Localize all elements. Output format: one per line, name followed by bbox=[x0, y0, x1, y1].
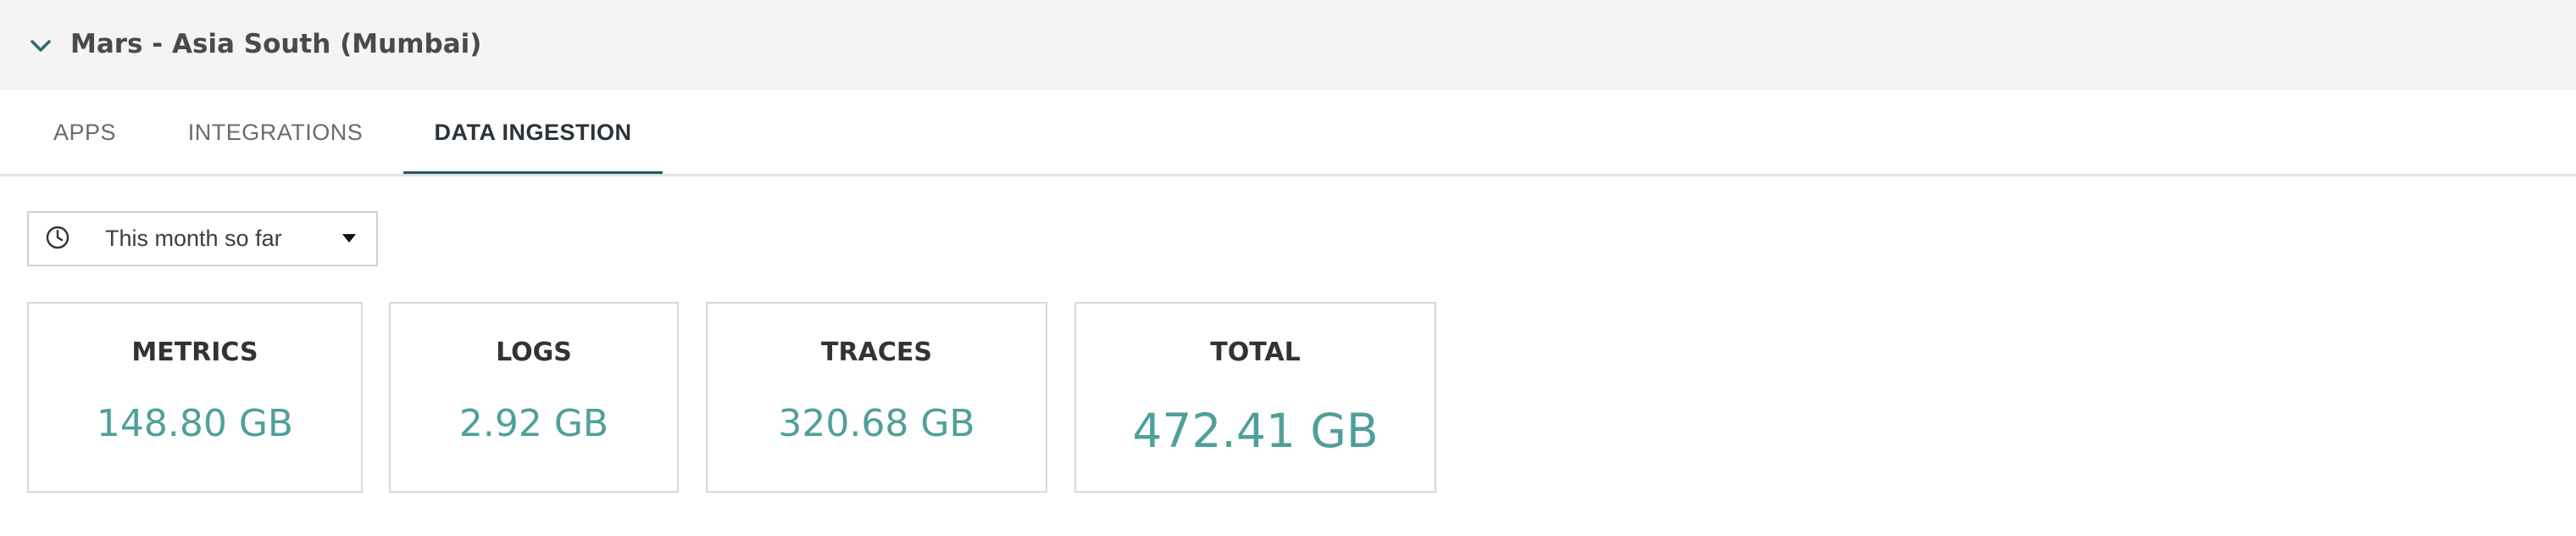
card-value: 320.68 GB bbox=[778, 402, 975, 445]
tab-integrations[interactable]: INTEGRATIONS bbox=[169, 90, 381, 175]
metrics-card: METRICS 148.80 GB bbox=[27, 302, 363, 493]
clock-icon bbox=[44, 224, 71, 251]
card-title: LOGS bbox=[496, 338, 572, 367]
card-value: 148.80 GB bbox=[96, 402, 294, 445]
card-value: 2.92 GB bbox=[458, 402, 609, 445]
tab-apps[interactable]: APPS bbox=[34, 90, 136, 175]
page: Mars - Asia South (Mumbai) APPS INTEGRAT… bbox=[0, 0, 2576, 536]
logs-card: LOGS 2.92 GB bbox=[389, 302, 679, 493]
tabs-divider bbox=[0, 174, 2576, 176]
card-title: METRICS bbox=[131, 338, 258, 367]
traces-card: TRACES 320.68 GB bbox=[706, 302, 1047, 493]
tab-data-ingestion-label: DATA INGESTION bbox=[434, 119, 632, 145]
tab-bar bbox=[0, 90, 2576, 175]
tab-data-ingestion[interactable]: DATA INGESTION bbox=[403, 90, 663, 176]
chevron-down-icon[interactable] bbox=[27, 32, 54, 59]
region-title: Mars - Asia South (Mumbai) bbox=[70, 29, 482, 59]
caret-down-icon bbox=[341, 232, 358, 245]
card-value: 472.41 GB bbox=[1132, 404, 1379, 458]
total-card: TOTAL 472.41 GB bbox=[1074, 302, 1436, 493]
time-range-dropdown[interactable]: This month so far bbox=[27, 211, 378, 266]
card-title: TRACES bbox=[821, 338, 932, 367]
card-title: TOTAL bbox=[1210, 338, 1301, 367]
region-header[interactable]: Mars - Asia South (Mumbai) bbox=[0, 0, 2576, 90]
time-range-selected: This month so far bbox=[105, 226, 282, 251]
